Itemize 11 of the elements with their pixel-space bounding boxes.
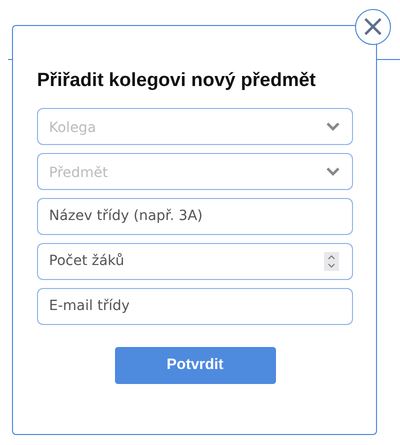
close-button[interactable]: ×: [355, 9, 391, 45]
number-field[interactable]: Počet žáků: [37, 242, 353, 280]
spinner-icon: [324, 252, 339, 271]
chevron-down-icon: [326, 166, 340, 176]
chevron-down-icon: [326, 122, 340, 131]
confirm-button[interactable]: Potvrdit: [114, 346, 276, 384]
email-field[interactable]: E-mail třídy: [37, 288, 353, 325]
select-field[interactable]: Kolega: [37, 108, 353, 145]
select-field[interactable]: Předmět: [37, 152, 353, 190]
input-field[interactable]: Název třídy (např. 3A): [37, 198, 353, 235]
dialog-title: Přiřadit kolegovi nový předmět: [37, 70, 317, 93]
